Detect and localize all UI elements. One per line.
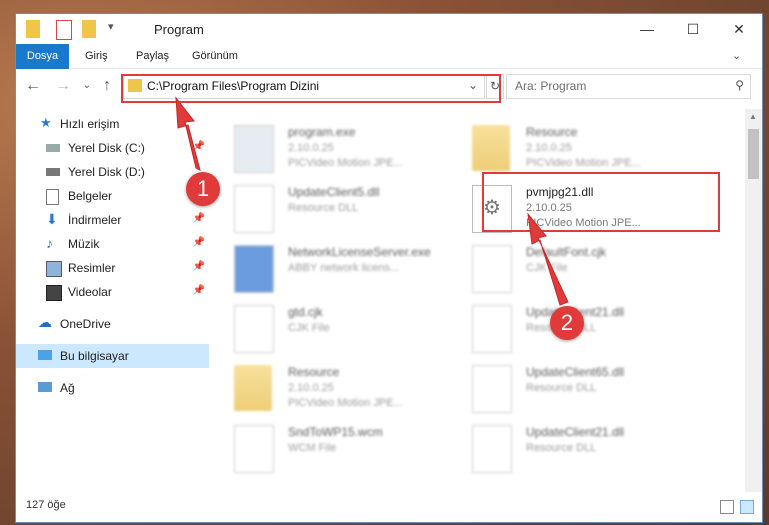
arrow-1 [175,96,201,171]
arrow-2 [527,212,569,306]
annotation-arrows [175,96,569,306]
step-1-badge: 1 [186,172,220,206]
step-2-badge: 2 [550,306,584,340]
